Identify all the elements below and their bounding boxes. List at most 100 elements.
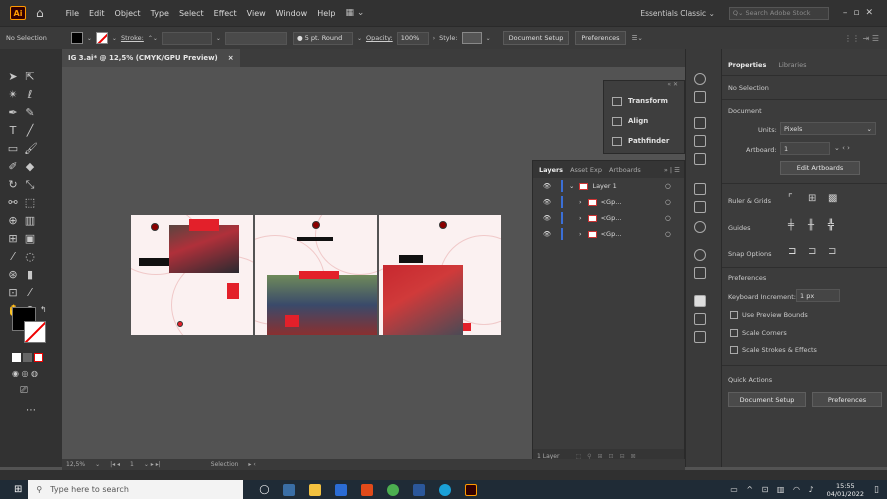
eyedropper-icon[interactable]: ⁄ — [7, 251, 19, 263]
pen-tool-icon[interactable]: ✒ — [7, 107, 19, 119]
align-options-icon[interactable]: ☰⌄ — [632, 34, 643, 42]
scale-corners-checkbox[interactable] — [730, 329, 738, 337]
artboard-nav-next[interactable]: ⌄ ▸ ▸| — [144, 461, 161, 468]
swatches-icon[interactable] — [694, 117, 706, 129]
stroke-panel-icon[interactable] — [694, 183, 706, 195]
menu-help[interactable]: Help — [317, 9, 335, 18]
direct-selection-tool-icon[interactable]: ⇱ — [24, 71, 36, 83]
chrome-icon[interactable] — [387, 483, 400, 496]
chevron-right-icon[interactable]: › — [579, 230, 582, 238]
lasso-icon[interactable]: ℓ — [24, 89, 36, 101]
magic-wand-icon[interactable]: ✴ — [7, 89, 19, 101]
rotate-tool-icon[interactable]: ↻ — [7, 179, 19, 191]
document-setup-button[interactable]: Document Setup — [502, 31, 570, 45]
menu-object[interactable]: Object — [115, 9, 141, 18]
edit-artboards-button[interactable]: Edit Artboards — [780, 161, 860, 175]
use-preview-bounds-checkbox[interactable] — [730, 311, 738, 319]
perspective-grid-icon[interactable]: ▥ — [24, 215, 36, 227]
draw-mode-icon[interactable]: ◉ ◎ ◍ — [12, 369, 38, 378]
task-view-icon[interactable]: ◯ — [259, 485, 269, 495]
grid-icon[interactable]: ⊞ — [808, 193, 816, 204]
layer-row[interactable]: 👁 › <Gp... ○ — [533, 226, 684, 242]
brushes-icon[interactable] — [694, 135, 706, 147]
notifications-icon[interactable]: ▯ — [874, 485, 879, 495]
preferences-button[interactable]: Preferences — [575, 31, 626, 45]
chevron-down-icon[interactable]: ⌄ — [216, 35, 221, 42]
chevron-down-icon[interactable]: ⌄ — [569, 182, 574, 190]
transform-panel-button[interactable]: Transform — [604, 91, 684, 111]
selection-tool-icon[interactable]: ➤ — [7, 71, 19, 83]
tab-properties[interactable]: Properties — [728, 61, 766, 69]
menu-effect[interactable]: Effect — [214, 9, 237, 18]
artboard-select[interactable]: 1 — [780, 142, 830, 155]
chevron-right-icon[interactable]: ▸ ‹ — [248, 461, 255, 468]
task-manager-icon[interactable] — [283, 483, 296, 496]
tab-asset-export[interactable]: Asset Exp — [570, 166, 602, 174]
appearance-icon[interactable] — [694, 249, 706, 261]
panel-collapse-icon[interactable]: « ✕ — [604, 81, 684, 91]
transparency-icon[interactable] — [694, 221, 706, 233]
screen-mode-icon[interactable]: ⎚ — [20, 385, 28, 396]
artboard-nav[interactable]: ⌄ ‹ › — [834, 144, 850, 152]
chevron-down-icon[interactable]: ⌄ — [357, 35, 362, 42]
visibility-eye-icon[interactable]: 👁 — [533, 230, 561, 238]
smart-guides-icon[interactable]: ╬ — [828, 220, 834, 231]
gradient-tool-icon[interactable]: ▣ — [24, 233, 36, 245]
brush-definition[interactable]: ● 5 pt. Round — [292, 31, 353, 45]
chevron-down-icon[interactable]: ⌄ — [95, 461, 100, 468]
zoom-level[interactable]: 12,5% — [66, 461, 85, 468]
clock[interactable]: 15:55 04/01/2022 — [827, 482, 864, 498]
visibility-eye-icon[interactable]: 👁 — [533, 198, 561, 206]
type-tool-icon[interactable]: T — [7, 125, 19, 137]
paintbrush-icon[interactable]: 🖌 — [24, 143, 38, 155]
chevron-right-icon[interactable]: › — [433, 35, 435, 42]
preferences-button[interactable]: Preferences — [812, 392, 882, 407]
opacity-field[interactable]: 100% — [396, 31, 429, 45]
graph-tool-icon[interactable]: ▮ — [24, 269, 36, 281]
home-icon[interactable]: ⌂ — [36, 6, 44, 20]
tab-layers[interactable]: Layers — [539, 166, 563, 174]
close-icon[interactable]: × — [228, 54, 234, 62]
eraser-icon[interactable]: ◆ — [24, 161, 36, 173]
ruler-icon[interactable]: ⌜ — [788, 193, 793, 204]
stroke-swatch[interactable] — [95, 32, 108, 44]
menu-file[interactable]: File — [66, 9, 79, 18]
line-tool-icon[interactable]: ╱ — [24, 125, 36, 137]
stroke-stepper-icon[interactable]: ⌃⌄ — [148, 35, 158, 42]
windows-start-icon[interactable]: ⊞ — [14, 484, 22, 495]
color-panel-icon[interactable] — [694, 73, 706, 85]
symbol-sprayer-icon[interactable]: ⊛ — [7, 269, 19, 281]
artboard-3[interactable] — [379, 215, 501, 335]
snap-to-glyph-icon[interactable]: ⊐ — [828, 246, 836, 257]
stock-search[interactable]: Q⌄ Search Adobe Stock — [728, 6, 829, 20]
align-panel-button[interactable]: Align — [604, 111, 684, 131]
menu-view[interactable]: View — [247, 9, 266, 18]
width-tool-icon[interactable]: ⚯ — [7, 197, 19, 209]
curvature-tool-icon[interactable]: ✎ — [24, 107, 36, 119]
system-tray-icons[interactable]: ▭ ^ ⊡ ▥ ◠ ♪ — [730, 485, 816, 494]
menu-edit[interactable]: Edit — [89, 9, 105, 18]
target-icon[interactable]: ○ — [665, 214, 671, 222]
edit-toolbar-icon[interactable]: ⋯ — [26, 405, 36, 416]
keyboard-increment-field[interactable]: 1 px — [796, 289, 840, 302]
panel-menu-icon[interactable]: » | ☰ — [664, 166, 680, 174]
layers-panel-icon[interactable] — [694, 295, 706, 307]
color-guide-icon[interactable] — [694, 91, 706, 103]
menu-type[interactable]: Type — [151, 9, 169, 18]
chevron-down-icon[interactable]: ⌄ — [87, 35, 92, 42]
style-swatch[interactable] — [461, 32, 482, 44]
layer-row[interactable]: 👁 › <Gp... ○ — [533, 210, 684, 226]
shape-builder-icon[interactable]: ⊕ — [7, 215, 19, 227]
mesh-tool-icon[interactable]: ⊞ — [7, 233, 19, 245]
symbols-icon[interactable] — [694, 153, 706, 165]
blend-tool-icon[interactable]: ◌ — [24, 251, 36, 263]
artboard-nav-first[interactable]: |◂ ◂ — [110, 461, 120, 468]
edge-icon[interactable] — [439, 483, 452, 496]
stroke-color-icon[interactable] — [24, 321, 46, 343]
target-icon[interactable]: ○ — [665, 230, 671, 238]
shaper-tool-icon[interactable]: ✐ — [7, 161, 19, 173]
graphic-styles-icon[interactable] — [694, 267, 706, 279]
illustrator-icon[interactable] — [465, 483, 478, 496]
menu-select[interactable]: Select — [179, 9, 204, 18]
arrange-documents-icon[interactable]: ▦ ⌄ — [345, 8, 364, 18]
